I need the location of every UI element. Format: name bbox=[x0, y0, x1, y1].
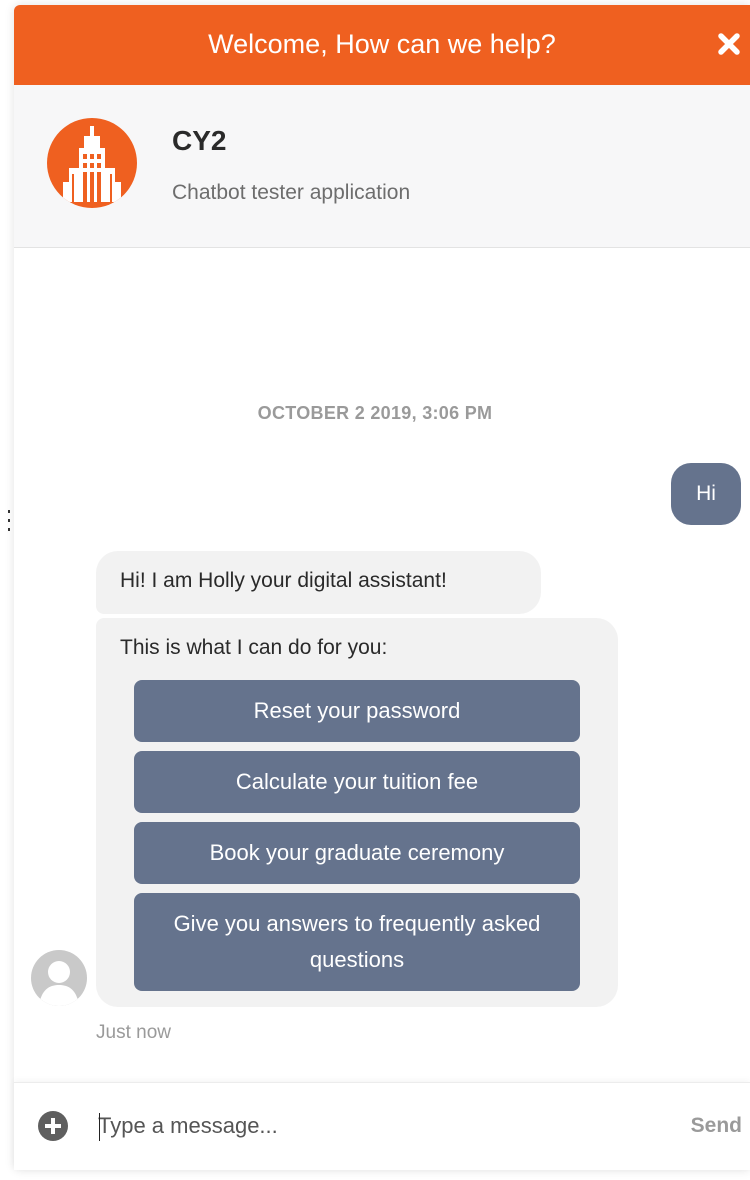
message-timestamp: Just now bbox=[96, 1022, 171, 1043]
option-reset-password-button[interactable]: Reset your password bbox=[134, 680, 580, 742]
bot-greeting-text: Hi! I am Holly your digital assistant! bbox=[120, 569, 447, 592]
bot-intro-text: This is what I can do for you: bbox=[120, 636, 388, 659]
send-button[interactable]: Send bbox=[691, 1114, 742, 1138]
close-icon[interactable] bbox=[716, 31, 742, 57]
avatar bbox=[31, 950, 87, 1006]
user-message-bubble: Hi bbox=[671, 463, 741, 525]
option-faq-button[interactable]: Give you answers to frequently asked que… bbox=[134, 893, 580, 991]
option-tuition-fee-button[interactable]: Calculate your tuition fee bbox=[134, 751, 580, 813]
header-title: Welcome, How can we help? bbox=[208, 29, 556, 59]
plus-circle-icon[interactable] bbox=[36, 1109, 70, 1143]
message-input[interactable] bbox=[98, 1103, 658, 1149]
bot-profile: CY2 Chatbot tester application bbox=[14, 85, 750, 248]
bot-options-bubble: This is what I can do for you: Reset you… bbox=[96, 618, 618, 1007]
user-silhouette-icon bbox=[39, 961, 79, 1006]
message-composer: Send bbox=[14, 1082, 750, 1170]
building-icon bbox=[47, 118, 137, 208]
bot-name: CY2 bbox=[172, 125, 227, 156]
option-graduate-ceremony-button[interactable]: Book your graduate ceremony bbox=[134, 822, 580, 884]
bot-greeting-bubble: Hi! I am Holly your digital assistant! bbox=[96, 551, 541, 614]
user-message-text: Hi bbox=[696, 482, 716, 505]
edge-marker bbox=[8, 510, 10, 538]
chat-header: Welcome, How can we help? bbox=[14, 5, 750, 85]
chat-widget: Welcome, How can we help? CY2 Chatbot te… bbox=[14, 5, 750, 1170]
date-separator: OCTOBER 2 2019, 3:06 PM bbox=[257, 403, 493, 423]
text-caret bbox=[99, 1113, 100, 1141]
bot-subtitle: Chatbot tester application bbox=[172, 181, 411, 204]
